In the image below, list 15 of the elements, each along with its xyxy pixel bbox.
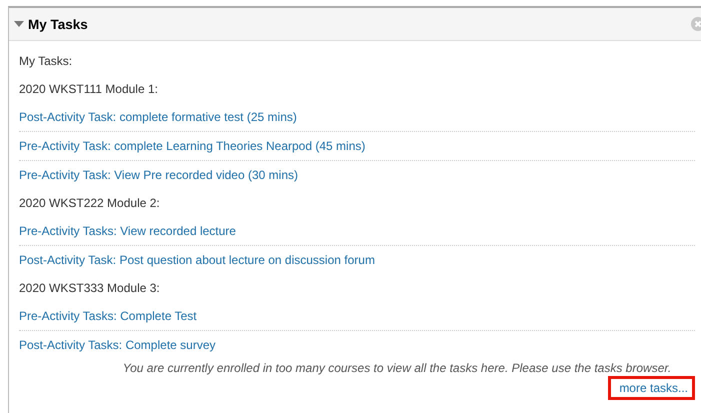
collapse-icon[interactable] (14, 20, 24, 28)
task-link[interactable]: Pre-Activity Task: View Pre recorded video (30 mins) (19, 168, 298, 182)
list-heading: My Tasks: (19, 54, 72, 68)
panel-title: My Tasks (28, 16, 88, 32)
task-link[interactable]: Post-Activity Task: complete formative test (25 mins) (19, 110, 297, 124)
task-link[interactable]: Pre-Activity Task: complete Learning Theories Nearpod (45 mins) (19, 139, 366, 153)
notice-text: You are currently enrolled in too many courses to view all the tasks here. Please use the tasks browser. (122, 360, 672, 375)
task-link[interactable]: Pre-Activity Tasks: View recorded lecture (19, 224, 236, 238)
more-tasks-link[interactable]: more tasks... (608, 376, 695, 400)
task-link[interactable]: Pre-Activity Tasks: Complete Test (19, 309, 197, 323)
module-heading: 2020 WKST222 Module 2: (19, 196, 160, 210)
task-link[interactable]: Post-Activity Task: Post question about lecture on discussion forum (19, 253, 375, 267)
module-heading: 2020 WKST333 Module 3: (19, 281, 160, 295)
module-heading: 2020 WKST111 Module 1: (19, 82, 158, 96)
task-link[interactable]: Post-Activity Tasks: Complete survey (19, 338, 216, 352)
